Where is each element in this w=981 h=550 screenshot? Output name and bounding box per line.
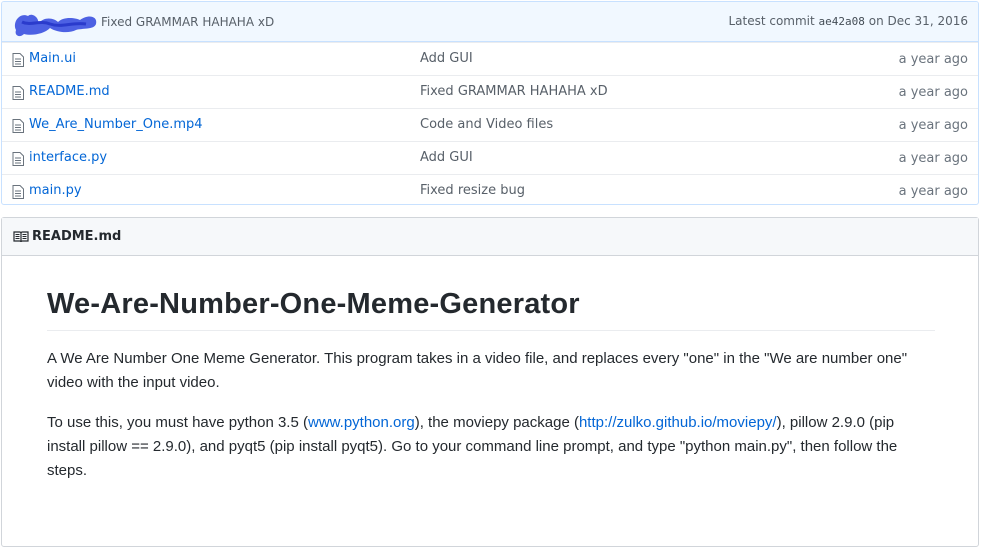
file-age: a year ago: [898, 151, 968, 166]
file-row: We_Are_Number_One.mp4 Code and Video fil…: [2, 108, 978, 141]
python-org-link[interactable]: www.python.org: [308, 414, 415, 431]
file-age: a year ago: [898, 85, 968, 100]
file-row: interface.py Add GUI a year ago: [2, 141, 978, 174]
file-row: Main.ui Add GUI a year ago: [2, 42, 978, 75]
commit-on-label: on: [868, 14, 884, 28]
readme-article: We-Are-Number-One-Meme-Generator A We Ar…: [47, 284, 935, 483]
file-icon: [12, 86, 24, 100]
file-icon: [12, 185, 24, 199]
file-commit-message[interactable]: Add GUI: [420, 150, 473, 165]
readme-paragraph-usage: To use this, you must have python 3.5 (w…: [47, 411, 935, 483]
readme-title: We-Are-Number-One-Meme-Generator: [47, 284, 935, 331]
moviepy-link[interactable]: http://zulko.github.io/moviepy/: [579, 414, 777, 431]
readme-filename: README.md: [32, 229, 122, 244]
usage-text-a: To use this, you must have python 3.5 (: [47, 414, 308, 431]
latest-commit-label: Latest commit: [728, 14, 815, 28]
commit-message[interactable]: Fixed GRAMMAR HAHAHA xD: [101, 15, 274, 29]
file-name-link[interactable]: Main.ui: [29, 51, 76, 66]
file-commit-message[interactable]: Fixed GRAMMAR HAHAHA xD: [420, 84, 608, 99]
file-age: a year ago: [898, 184, 968, 199]
commit-sha[interactable]: ae42a08: [819, 15, 865, 28]
author-avatar-scribble[interactable]: [10, 8, 102, 38]
file-row: main.py Fixed resize bug a year ago: [2, 174, 978, 204]
file-icon: [12, 53, 24, 67]
usage-text-b: ), the moviepy package (: [414, 414, 579, 431]
readme-header: README.md: [2, 218, 978, 256]
file-browser: Fixed GRAMMAR HAHAHA xD Latest commit ae…: [1, 1, 979, 205]
file-name-link[interactable]: We_Are_Number_One.mp4: [29, 117, 203, 132]
file-row: README.md Fixed GRAMMAR HAHAHA xD a year…: [2, 75, 978, 108]
book-icon: [13, 231, 29, 243]
commit-date: Dec 31, 2016: [887, 14, 968, 28]
file-icon: [12, 119, 24, 133]
commit-meta: Latest commit ae42a08 on Dec 31, 2016: [728, 14, 968, 28]
file-name-link[interactable]: README.md: [29, 84, 110, 99]
latest-commit-bar: Fixed GRAMMAR HAHAHA xD Latest commit ae…: [2, 2, 978, 42]
file-name-link[interactable]: main.py: [29, 183, 82, 198]
readme-paragraph-intro: A We Are Number One Meme Generator. This…: [47, 350, 908, 391]
readme-panel: README.md We-Are-Number-One-Meme-Generat…: [1, 217, 979, 547]
file-age: a year ago: [898, 118, 968, 133]
file-age: a year ago: [898, 52, 968, 67]
file-icon: [12, 152, 24, 166]
file-name-link[interactable]: interface.py: [29, 150, 107, 165]
file-commit-message[interactable]: Code and Video files: [420, 117, 553, 132]
file-commit-message[interactable]: Add GUI: [420, 51, 473, 66]
file-commit-message[interactable]: Fixed resize bug: [420, 183, 525, 198]
